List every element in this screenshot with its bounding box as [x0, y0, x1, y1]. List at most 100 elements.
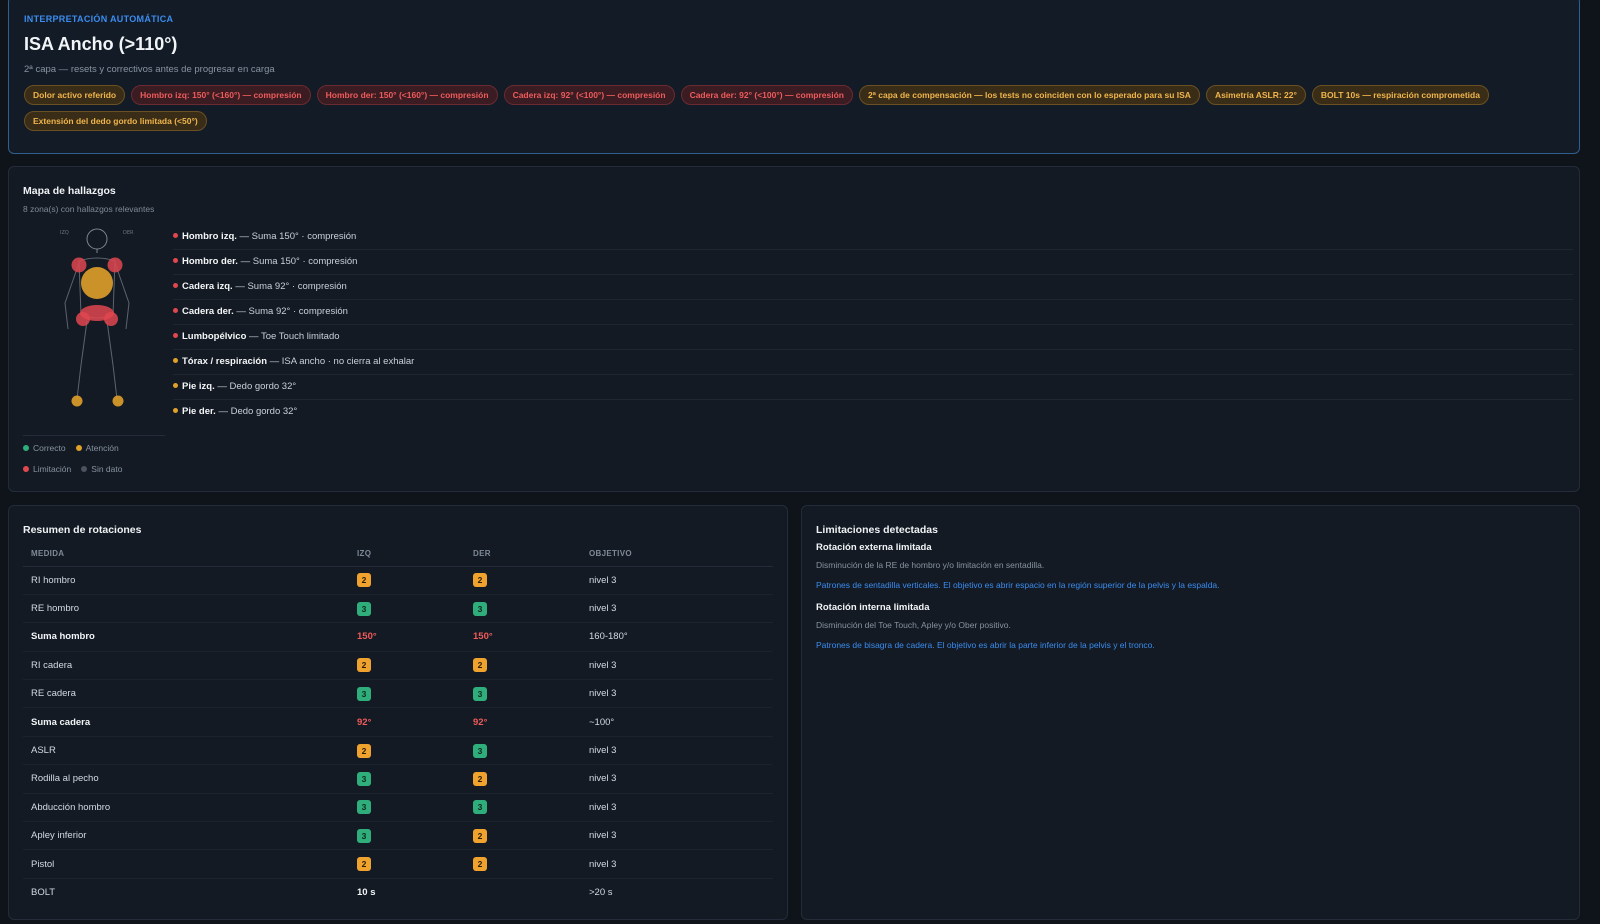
right-cell: 3 — [465, 793, 581, 823]
left-cell: 3 — [349, 594, 465, 624]
left-cell: 2 — [349, 736, 465, 766]
table-row: RE hombro 3 3 nivel 3 — [23, 594, 773, 624]
finding-detail: — Suma 150° · compresión — [237, 256, 358, 267]
red-dot-icon — [23, 466, 29, 472]
level-badge: 2 — [357, 573, 371, 588]
left-cell: 2 — [349, 651, 465, 681]
table-row: RI cadera 2 2 nivel 3 — [23, 651, 773, 681]
status-dot-icon — [173, 332, 178, 338]
zone-left-hip — [76, 312, 90, 326]
level-badge: 3 — [357, 828, 371, 843]
measure-cell: ASLR — [23, 736, 349, 766]
target-cell: nivel 3 — [581, 566, 773, 595]
figure-left-label: IZQ — [60, 230, 69, 236]
limitation-item: Rotación interna limitada Disminución de… — [816, 602, 1566, 650]
finding-zone: Lumbopélvico — [182, 331, 247, 342]
target-cell: nivel 3 — [581, 764, 773, 794]
finding-zone: Cadera der. — [182, 306, 234, 317]
legend-limit: Limitación — [23, 464, 71, 474]
alert-chip: BOLT 10s — respiración comprometida — [1311, 85, 1489, 105]
right-leg-outline — [106, 320, 118, 400]
right-cell: 3 — [465, 736, 581, 766]
left-cell: 3 — [349, 821, 465, 851]
finding-row: Hombro der. — Suma 150° · compresión — [173, 250, 1573, 275]
left-cell: 2 — [349, 566, 465, 595]
alert-chip: Hombro izq: 150° (<160°) — compresión — [131, 85, 311, 105]
body-figure-icon: IZQ DER — [60, 228, 134, 407]
finding-detail: — Dedo gordo 32° — [214, 381, 297, 392]
limitation-desc: Disminución del Toe Touch, Apley y/o Obe… — [816, 620, 1011, 630]
limitation-recommendation-link[interactable]: Patrones de sentadilla verticales. El ob… — [816, 580, 1566, 590]
right-cell: 2 — [465, 651, 581, 681]
finding-zone: Hombro izq. — [182, 231, 237, 242]
level-badge: 3 — [357, 800, 371, 815]
zone-right-hip — [104, 312, 118, 326]
level-badge: 2 — [357, 857, 371, 872]
status-dot-icon — [173, 307, 178, 313]
table-row: Rodilla al pecho 3 2 nivel 3 — [23, 764, 773, 794]
level-badge: 2 — [473, 573, 487, 588]
right-cell: 3 — [465, 594, 581, 624]
level-badge: 3 — [357, 771, 371, 786]
target-cell: >20 s — [589, 887, 613, 899]
level-badge: 3 — [473, 601, 487, 616]
right-cell: 2 — [465, 821, 581, 851]
status-dot-icon — [173, 382, 178, 388]
target-cell: nivel 3 — [581, 736, 773, 766]
left-cell: 3 — [349, 793, 465, 823]
level-badge: 2 — [357, 658, 371, 673]
finding-detail: — ISA ancho · no cierra al exhalar — [267, 356, 415, 367]
level-badge: 2 — [473, 771, 487, 786]
legend-ok: Correcto — [23, 443, 66, 453]
right-cell: 92° — [465, 707, 581, 737]
target-cell: nivel 3 — [581, 849, 773, 879]
left-cell: 92° — [349, 707, 465, 737]
zone-left-shoulder — [71, 257, 87, 273]
right-cell — [465, 878, 581, 906]
col-left: IZQ — [349, 542, 465, 567]
finding-row: Lumbopélvico — Toe Touch limitado — [173, 325, 1573, 350]
level-badge: 3 — [357, 601, 371, 616]
level-badge: 2 — [473, 828, 487, 843]
legend-attention: Atención — [75, 443, 119, 453]
target-cell: nivel 3 — [581, 651, 773, 681]
level-badge: 3 — [473, 743, 487, 758]
interpretation-kicker: INTERPRETACIÓN AUTOMÁTICA — [24, 14, 174, 24]
left-cell: 2 — [349, 849, 465, 879]
zone-right-foot — [112, 395, 124, 407]
status-dot-icon — [173, 232, 178, 238]
interpretation-card: INTERPRETACIÓN AUTOMÁTICA ISA Ancho (>11… — [8, 0, 1580, 154]
alert-chip: Extensión del dedo gordo limitada (<50°) — [24, 111, 207, 131]
table-row: Apley inferior 3 2 nivel 3 — [23, 821, 773, 851]
table-row: Suma hombro 150° 150° 160-180° — [23, 622, 773, 652]
findings-list: Hombro izq. — Suma 150° · compresión Homb… — [173, 225, 1573, 425]
map-title: Mapa de hallazgos — [23, 185, 116, 197]
col-right: DER — [465, 542, 581, 567]
measure-cell: Pistol — [23, 849, 349, 879]
limitations-card: Limitaciones detectadas Rotación externa… — [801, 505, 1580, 920]
left-cell: 150° — [349, 622, 465, 652]
col-target: OBJETIVO — [581, 542, 773, 567]
left-cell: 3 — [349, 679, 465, 709]
map-legend: Correcto Atención Limitación Sin dato — [23, 435, 165, 485]
status-dot-icon — [173, 282, 178, 288]
rotations-summary-card: Resumen de rotaciones MEDIDA IZQ DER OBJ… — [8, 505, 788, 920]
status-dot-icon — [173, 407, 178, 413]
measure-cell: RI cadera — [23, 651, 349, 681]
findings-map-card: Mapa de hallazgos 8 zona(s) con hallazgo… — [8, 166, 1580, 492]
right-cell: 2 — [465, 566, 581, 595]
rotations-title: Resumen de rotaciones — [23, 524, 142, 536]
level-badge: 2 — [473, 857, 487, 872]
target-cell: 160-180° — [581, 622, 773, 652]
target-cell: nivel 3 — [581, 679, 773, 709]
limitation-title: Rotación externa limitada — [816, 542, 932, 553]
level-badge: 3 — [473, 800, 487, 815]
status-dot-icon — [173, 257, 178, 263]
left-cell: 3 — [349, 764, 465, 794]
finding-detail: — Toe Touch limitado — [246, 331, 340, 342]
limitation-recommendation-link[interactable]: Patrones de bisagra de cadera. El objeti… — [816, 640, 1566, 650]
green-dot-icon — [23, 445, 29, 451]
alert-chip: Dolor activo referido — [24, 85, 126, 105]
table-row: ASLR 2 3 nivel 3 — [23, 736, 773, 766]
zone-left-foot — [71, 395, 83, 407]
